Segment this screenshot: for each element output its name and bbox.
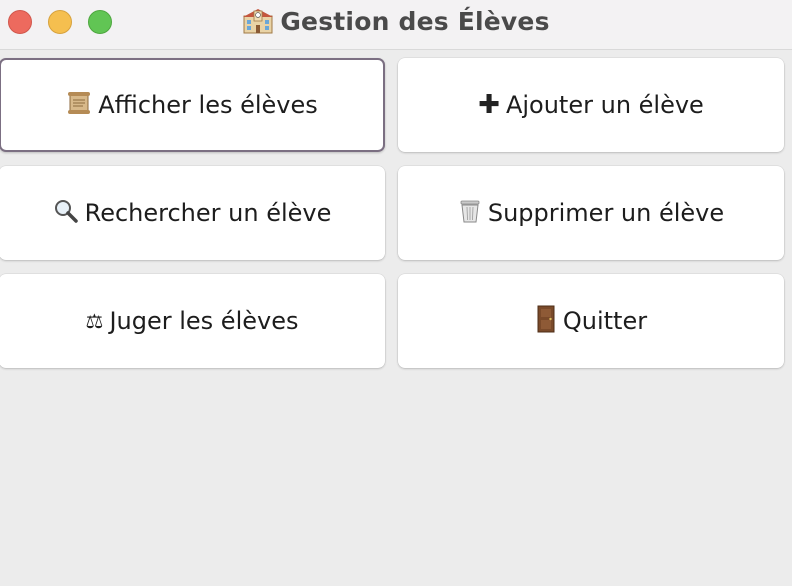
delete-student-label: Supprimer un élève <box>487 199 725 227</box>
delete-student-button[interactable]: Supprimer un élève <box>398 166 784 260</box>
scroll-icon <box>66 90 92 120</box>
quit-button[interactable]: Quitter <box>398 274 784 368</box>
plus-icon: ✚ <box>478 90 500 120</box>
judge-students-label: Juger les élèves <box>109 307 299 335</box>
school-building-icon <box>242 6 274 34</box>
show-students-button[interactable]: Afficher les élèves <box>0 58 385 152</box>
search-student-label: Rechercher un élève <box>84 199 332 227</box>
title-bar[interactable]: Gestion des Élèves <box>0 0 792 50</box>
search-student-button[interactable]: Rechercher un élève <box>0 166 385 260</box>
app-window: Gestion des Élèves Afficher les élèves ✚… <box>0 0 792 586</box>
show-students-label: Afficher les élèves <box>98 91 318 119</box>
add-student-label: Ajouter un élève <box>505 91 704 119</box>
window-title: Gestion des Élèves <box>0 6 792 36</box>
door-icon <box>535 305 557 337</box>
add-student-button[interactable]: ✚ Ajouter un élève <box>398 58 784 152</box>
window-title-text: Gestion des Élèves <box>280 7 550 36</box>
trash-icon <box>458 198 482 228</box>
quit-label: Quitter <box>562 307 648 335</box>
magnifier-icon <box>53 198 79 228</box>
judge-students-button[interactable]: ⚖ Juger les élèves <box>0 274 385 368</box>
scales-icon: ⚖ <box>85 309 104 333</box>
